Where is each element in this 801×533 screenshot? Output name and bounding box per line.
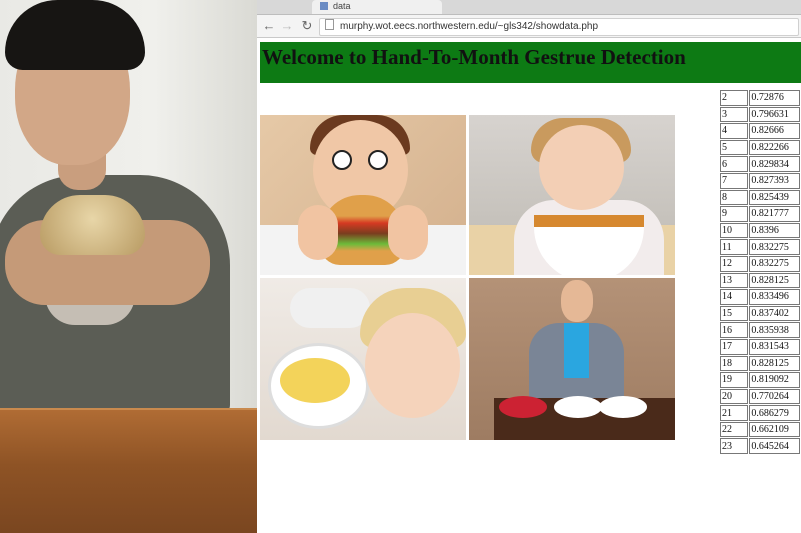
row-index: 9 [720, 206, 749, 222]
table-row: 13 0.828125 [720, 272, 800, 289]
table-row: 14 0.833496 [720, 289, 800, 305]
table-row: 2 0.72876 [720, 90, 800, 106]
row-value: 0.821777 [749, 206, 800, 222]
url-text: murphy.wot.eecs.northwestern.edu/~gls342… [340, 21, 599, 32]
photo-girl-bowl [260, 278, 466, 440]
arrow-right-icon[interactable]: → [279, 18, 295, 34]
row-value: 0.645264 [749, 438, 800, 455]
sandwich [40, 195, 145, 255]
row-index: 14 [720, 289, 749, 305]
row-index: 16 [720, 322, 749, 338]
row-index: 2 [720, 90, 749, 106]
table-row: 19 0.819092 [720, 372, 800, 388]
row-value: 0.832275 [749, 239, 800, 255]
row-value: 0.686279 [749, 405, 800, 421]
browser-window: data ← → ↻ murphy.wot.eecs.northwestern.… [257, 0, 801, 533]
row-value: 0.837402 [749, 305, 800, 322]
gesture-data-table: 2 0.72876 3 0.796631 4 0.82666 5 0.822266 6 0.829… [719, 89, 801, 455]
table-row: 10 0.8396 [720, 222, 800, 239]
table-row: 12 0.832275 [720, 255, 800, 272]
table-row: 16 0.835938 [720, 322, 800, 338]
table-row: 11 0.832275 [720, 239, 800, 255]
photo-girl-spaghetti [469, 115, 675, 275]
row-value: 0.827393 [749, 172, 800, 189]
page-title: Welcome to Hand-To-Month Gestrue Detecti… [262, 45, 686, 69]
page-content: Welcome to Hand-To-Month Gestrue Detecti… [257, 38, 801, 533]
row-value: 0.835938 [749, 322, 800, 338]
row-value: 0.825439 [749, 189, 800, 206]
row-value: 0.831543 [749, 338, 800, 355]
row-value: 0.829834 [749, 156, 800, 172]
photo-boy-burger [260, 115, 466, 275]
address-bar[interactable]: murphy.wot.eecs.northwestern.edu/~gls342… [319, 18, 799, 36]
row-index: 12 [720, 255, 749, 272]
row-index: 6 [720, 156, 749, 172]
table-row: 22 0.662109 [720, 421, 800, 438]
photo-man-dining [469, 278, 675, 440]
table-row: 18 0.828125 [720, 355, 800, 372]
table-row: 20 0.770264 [720, 388, 800, 405]
table-row: 6 0.829834 [720, 156, 800, 172]
row-index: 19 [720, 372, 749, 388]
row-index: 21 [720, 405, 749, 421]
row-value: 0.833496 [749, 289, 800, 305]
row-index: 20 [720, 388, 749, 405]
table-row: 5 0.822266 [720, 139, 800, 156]
row-value: 0.82666 [749, 123, 800, 139]
row-index: 8 [720, 189, 749, 206]
table-row: 21 0.686279 [720, 405, 800, 421]
table-row: 7 0.827393 [720, 172, 800, 189]
row-index: 15 [720, 305, 749, 322]
row-index: 10 [720, 222, 749, 239]
row-value: 0.8396 [749, 222, 800, 239]
table-row: 4 0.82666 [720, 123, 800, 139]
favicon-icon [320, 2, 328, 10]
camera-scene [0, 0, 257, 533]
browser-toolbar: ← → ↻ murphy.wot.eecs.northwestern.edu/~… [257, 15, 801, 38]
row-value: 0.72876 [749, 90, 800, 106]
page-header: Welcome to Hand-To-Month Gestrue Detecti… [260, 42, 801, 83]
arrow-left-icon[interactable]: ← [261, 18, 277, 34]
tab-title: data [333, 1, 351, 11]
row-index: 11 [720, 239, 749, 255]
table-row: 15 0.837402 [720, 305, 800, 322]
row-value: 0.828125 [749, 355, 800, 372]
row-index: 13 [720, 272, 749, 289]
person-hair [5, 0, 145, 70]
row-value: 0.822266 [749, 139, 800, 156]
row-index: 22 [720, 421, 749, 438]
page-icon [325, 19, 334, 30]
browser-tab[interactable]: data [312, 0, 442, 14]
row-index: 7 [720, 172, 749, 189]
row-index: 23 [720, 438, 749, 455]
tab-bar: data [257, 0, 801, 15]
reload-icon[interactable]: ↻ [299, 18, 315, 34]
row-value: 0.662109 [749, 421, 800, 438]
row-index: 5 [720, 139, 749, 156]
row-value: 0.828125 [749, 272, 800, 289]
table-row: 9 0.821777 [720, 206, 800, 222]
table-row: 3 0.796631 [720, 106, 800, 123]
row-index: 17 [720, 338, 749, 355]
row-value: 0.832275 [749, 255, 800, 272]
row-value: 0.796631 [749, 106, 800, 123]
row-value: 0.770264 [749, 388, 800, 405]
row-index: 3 [720, 106, 749, 123]
row-value: 0.819092 [749, 372, 800, 388]
table-row: 8 0.825439 [720, 189, 800, 206]
wooden-table [0, 410, 257, 533]
row-index: 4 [720, 123, 749, 139]
table-row: 17 0.831543 [720, 338, 800, 355]
table-row: 23 0.645264 [720, 438, 800, 455]
row-index: 18 [720, 355, 749, 372]
